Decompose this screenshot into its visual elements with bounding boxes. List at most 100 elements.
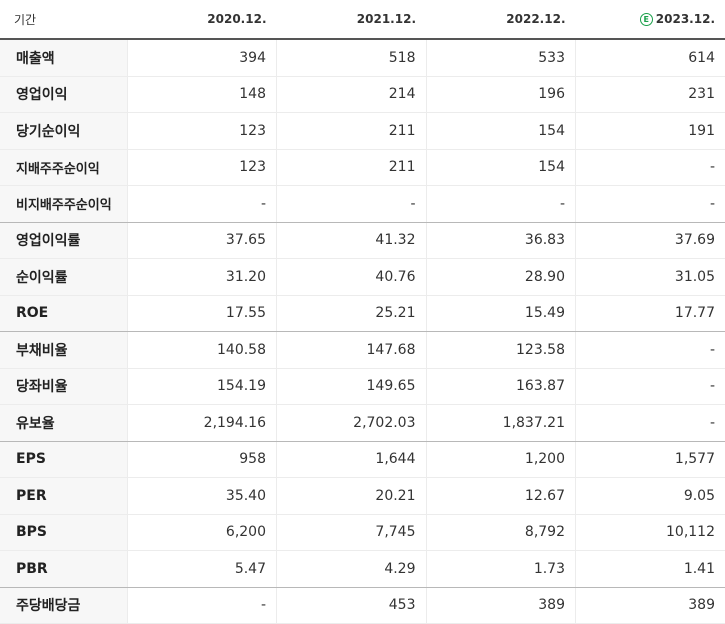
value-cell: 1,200 — [426, 441, 576, 478]
value-cell: 25.21 — [277, 295, 427, 332]
value-cell: 1,577 — [576, 441, 725, 478]
table-row: 비지배주주순이익---- — [0, 186, 725, 223]
value-cell: 394 — [127, 39, 277, 76]
value-cell: 15.49 — [426, 295, 576, 332]
value-cell: 148 — [127, 76, 277, 113]
table-row: 지배주주순이익123211154- — [0, 149, 725, 186]
value-cell: 231 — [576, 76, 725, 113]
value-cell: 20.21 — [277, 478, 427, 515]
value-cell: 196 — [426, 76, 576, 113]
row-label: PER — [0, 478, 127, 515]
value-cell: - — [277, 186, 427, 223]
value-cell: 958 — [127, 441, 277, 478]
value-cell: 35.40 — [127, 478, 277, 515]
table-row: ROE17.5525.2115.4917.77 — [0, 295, 725, 332]
value-cell: 1.41 — [576, 551, 725, 588]
value-cell: 123 — [127, 149, 277, 186]
value-cell: 211 — [277, 113, 427, 150]
value-cell: 191 — [576, 113, 725, 150]
value-cell: 389 — [426, 587, 576, 624]
value-cell: 1.73 — [426, 551, 576, 588]
row-label: 비지배주주순이익 — [0, 186, 127, 223]
value-cell: 533 — [426, 39, 576, 76]
value-cell: 40.76 — [277, 259, 427, 296]
value-cell: 37.65 — [127, 222, 277, 259]
table-row: 영업이익148214196231 — [0, 76, 725, 113]
value-cell: 149.65 — [277, 368, 427, 405]
column-header: 2021.12. — [277, 0, 427, 39]
value-cell: - — [426, 186, 576, 223]
value-cell: 211 — [277, 149, 427, 186]
row-label: 매출액 — [0, 39, 127, 76]
value-cell: 214 — [277, 76, 427, 113]
value-cell: 123.58 — [426, 332, 576, 369]
row-label: 부채비율 — [0, 332, 127, 369]
value-cell: 518 — [277, 39, 427, 76]
column-header-estimate: E2023.12. — [576, 0, 725, 39]
value-cell: 37.69 — [576, 222, 725, 259]
column-header: 2020.12. — [127, 0, 277, 39]
row-label: PBR — [0, 551, 127, 588]
value-cell: 4.29 — [277, 551, 427, 588]
row-label: 영업이익률 — [0, 222, 127, 259]
table-row: EPS9581,6441,2001,577 — [0, 441, 725, 478]
value-cell: - — [127, 186, 277, 223]
financial-summary-table: 기간 2020.12. 2021.12. 2022.12. E2023.12. … — [0, 0, 725, 624]
value-cell: 389 — [576, 587, 725, 624]
row-label: 지배주주순이익 — [0, 149, 127, 186]
table-row: BPS6,2007,7458,79210,112 — [0, 514, 725, 551]
value-cell: 31.05 — [576, 259, 725, 296]
value-cell: 6,200 — [127, 514, 277, 551]
value-cell: - — [576, 368, 725, 405]
value-cell: - — [576, 405, 725, 442]
value-cell: 147.68 — [277, 332, 427, 369]
value-cell: 2,702.03 — [277, 405, 427, 442]
value-cell: 28.90 — [426, 259, 576, 296]
row-label: 영업이익 — [0, 76, 127, 113]
row-label: BPS — [0, 514, 127, 551]
row-label: 순이익률 — [0, 259, 127, 296]
value-cell: 614 — [576, 39, 725, 76]
value-cell: 1,644 — [277, 441, 427, 478]
value-cell: 154.19 — [127, 368, 277, 405]
value-cell: 12.67 — [426, 478, 576, 515]
row-label: EPS — [0, 441, 127, 478]
value-cell: 7,745 — [277, 514, 427, 551]
value-cell: 123 — [127, 113, 277, 150]
estimate-badge-icon: E — [640, 13, 653, 26]
header-row: 기간 2020.12. 2021.12. 2022.12. E2023.12. — [0, 0, 725, 39]
table-row: 유보율2,194.162,702.031,837.21- — [0, 405, 725, 442]
period-header: 기간 — [0, 0, 127, 39]
row-label: 주당배당금 — [0, 587, 127, 624]
value-cell: 5.47 — [127, 551, 277, 588]
value-cell: - — [576, 186, 725, 223]
value-cell: 41.32 — [277, 222, 427, 259]
value-cell: - — [127, 587, 277, 624]
value-cell: - — [576, 149, 725, 186]
table-row: PBR5.474.291.731.41 — [0, 551, 725, 588]
table-row: 당좌비율154.19149.65163.87- — [0, 368, 725, 405]
value-cell: 17.77 — [576, 295, 725, 332]
row-label: 유보율 — [0, 405, 127, 442]
value-cell: 1,837.21 — [426, 405, 576, 442]
value-cell: 10,112 — [576, 514, 725, 551]
table-row: PER35.4020.2112.679.05 — [0, 478, 725, 515]
row-label: 당기순이익 — [0, 113, 127, 150]
value-cell: 453 — [277, 587, 427, 624]
value-cell: 2,194.16 — [127, 405, 277, 442]
column-header: 2022.12. — [426, 0, 576, 39]
value-cell: 9.05 — [576, 478, 725, 515]
table-row: 당기순이익123211154191 — [0, 113, 725, 150]
value-cell: 163.87 — [426, 368, 576, 405]
table-row: 영업이익률37.6541.3236.8337.69 — [0, 222, 725, 259]
table-row: 순이익률31.2040.7628.9031.05 — [0, 259, 725, 296]
value-cell: 154 — [426, 149, 576, 186]
column-header-label: 2023.12. — [656, 12, 715, 26]
value-cell: 36.83 — [426, 222, 576, 259]
value-cell: 17.55 — [127, 295, 277, 332]
row-label: 당좌비율 — [0, 368, 127, 405]
value-cell: - — [576, 332, 725, 369]
value-cell: 140.58 — [127, 332, 277, 369]
table-row: 부채비율140.58147.68123.58- — [0, 332, 725, 369]
value-cell: 8,792 — [426, 514, 576, 551]
